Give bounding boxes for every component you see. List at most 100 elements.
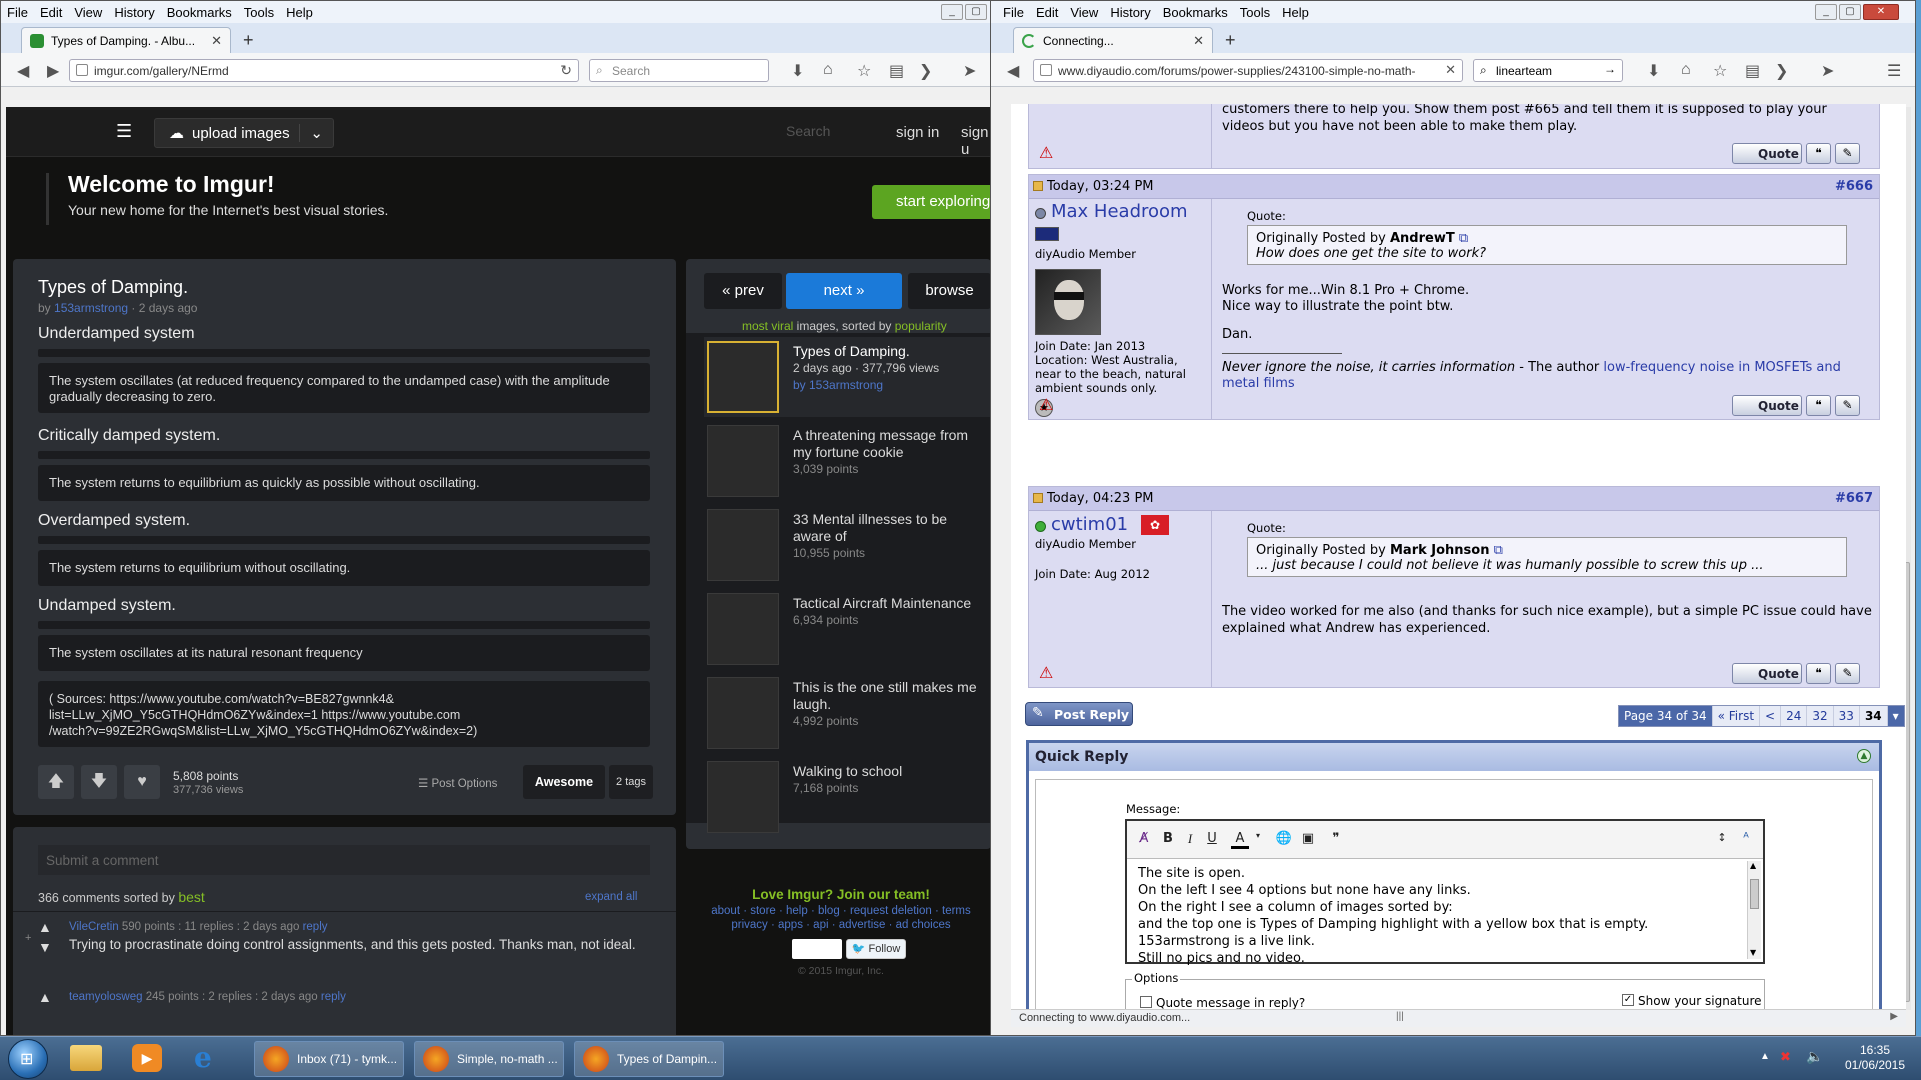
taskbar-app-inbox[interactable]: Inbox (71) - tymk... [254,1041,404,1077]
page-link[interactable]: 32 [1807,706,1834,726]
page-prev-link[interactable]: < [1760,706,1782,726]
minimize-button[interactable]: _ [1815,4,1837,20]
taskbar-app-diyaudio[interactable]: Simple, no-math ... [414,1041,564,1077]
gallery-item[interactable]: 33 Mental illnesses to be aware of 10,95… [704,505,991,585]
signature-checkbox[interactable]: ✓ [1622,994,1634,1006]
back-icon[interactable]: ◀ [1007,61,1019,81]
chevron-down-icon[interactable]: ⌄ [299,124,323,142]
editor-scroll-thumb[interactable] [1750,879,1759,909]
collapse-icon[interactable]: ▲ [1857,749,1871,763]
reload-icon[interactable]: ↻ [560,62,572,79]
remove-format-icon[interactable]: A̸ [1135,831,1153,849]
internet-explorer-icon[interactable]: e [194,1043,224,1073]
downloads-icon[interactable]: ⬇ [791,61,804,81]
post-reply-button[interactable]: ✎ Post Reply [1025,702,1133,726]
media-player-icon[interactable]: ▶ [132,1044,162,1072]
pocket-icon[interactable]: ❯ [1775,61,1788,81]
volume-icon[interactable]: 🔈 [1806,1048,1823,1065]
bookmark-star-icon[interactable]: ☆ [857,61,871,81]
header-search-input[interactable]: Search [786,123,830,139]
page-jump-dropdown[interactable]: ▾ [1887,706,1904,726]
menu-edit[interactable]: Edit [1036,5,1058,20]
gallery-thumbnail[interactable] [707,761,779,833]
prev-button[interactable]: « prev [704,273,782,309]
upvote-icon[interactable]: ▲ [38,919,52,935]
menu-file[interactable]: File [1003,5,1024,20]
tab-imgur[interactable]: Types of Damping. - Albu... ✕ [21,27,231,53]
reader-icon[interactable]: ▤ [889,61,904,81]
view-post-icon[interactable]: ⧉ [1494,543,1503,558]
quick-reply-icon[interactable]: ✎ [1835,143,1860,164]
gallery-item[interactable]: Walking to school 7,168 points [704,757,991,837]
multi-quote-icon[interactable]: ❝ [1806,663,1831,684]
upload-images-button[interactable]: ☁ upload images ⌄ [154,118,334,148]
comment-user-link[interactable]: teamyolosweg [69,991,143,1003]
pocket-icon[interactable]: ❯ [919,61,932,81]
multi-quote-icon[interactable]: ❝ [1806,395,1831,416]
quote-button[interactable]: Quote [1732,395,1802,416]
scroll-down-icon[interactable]: ▼ [1750,948,1756,957]
quote-button[interactable]: Quote [1732,143,1802,164]
author-link[interactable]: 153armstrong [54,301,128,315]
menu-file[interactable]: File [7,5,28,20]
tag-count[interactable]: 2 tags [609,765,653,799]
menu-view[interactable]: View [1070,5,1098,20]
home-icon[interactable]: ⌂ [823,61,833,79]
reply-link[interactable]: reply [303,921,328,933]
post-options-button[interactable]: ☰ Post Options [418,776,497,790]
new-tab-icon[interactable]: + [243,30,254,51]
bold-icon[interactable]: B [1159,831,1177,849]
tab-diyaudio[interactable]: Connecting... ✕ [1013,27,1213,53]
downvote-button[interactable]: 🡇 [81,765,117,799]
home-icon[interactable]: ⌂ [1681,61,1691,79]
editor-scrollbar[interactable]: ▲ ▼ [1747,861,1761,959]
search-bar[interactable]: ⌕ linearteam → [1473,59,1623,82]
send-icon[interactable]: ➤ [963,61,976,81]
close-window-button[interactable]: ✕ [1863,4,1899,20]
menu-history[interactable]: History [114,5,154,20]
resize-editor-icon[interactable]: ↕ [1713,831,1731,849]
menu-view[interactable]: View [74,5,102,20]
upvote-button[interactable]: 🡅 [38,765,74,799]
report-warning-icon[interactable]: ⚠ [1039,145,1055,161]
network-alert-icon[interactable]: ✖ [1780,1049,1791,1065]
insert-quote-icon[interactable]: ❞ [1327,831,1345,849]
close-tab-icon[interactable]: ✕ [211,33,222,49]
comment-user-link[interactable]: VileCretin [69,921,119,933]
footer-links[interactable]: privacy · apps · api · advertise · ad ch… [696,919,986,931]
url-bar[interactable]: www.diyaudio.com/forums/power-supplies/2… [1033,59,1463,82]
horizontal-scroll-grip[interactable]: ||| [1396,1011,1404,1022]
start-button[interactable]: ⊞ [8,1039,48,1079]
italic-icon[interactable]: I [1181,831,1199,849]
gallery-thumbnail[interactable] [707,509,779,581]
taskbar-app-imgur[interactable]: Types of Dampin... [574,1041,724,1077]
hamburger-menu-icon[interactable]: ☰ [1887,61,1901,81]
clock[interactable]: 16:35 01/06/2015 [1840,1043,1910,1073]
upvote-icon[interactable]: ▲ [38,989,52,1005]
menu-tools[interactable]: Tools [244,5,274,20]
gallery-thumbnail[interactable] [707,425,779,497]
gallery-thumbnail[interactable] [707,341,779,413]
insert-image-icon[interactable]: ▣ [1299,831,1317,849]
page-link[interactable]: 33 [1834,706,1860,726]
menu-help[interactable]: Help [286,5,313,20]
page-link[interactable]: 24 [1781,706,1808,726]
facebook-like-widget[interactable] [792,939,842,959]
underline-icon[interactable]: U [1203,831,1221,849]
browse-button[interactable]: browse [908,273,991,309]
gallery-item[interactable]: Tactical Aircraft Maintenance 6,934 poin… [704,589,991,669]
bookmark-star-icon[interactable]: ☆ [1713,61,1727,81]
post-number-link[interactable]: #666 [1835,179,1873,194]
sign-up-link[interactable]: sign u [961,124,991,158]
post-number-link[interactable]: #667 [1835,491,1873,506]
scroll-right-icon[interactable]: ▶ [1890,1011,1898,1022]
url-bar[interactable]: imgur.com/gallery/NErmd ↻ [69,59,579,82]
font-color-icon[interactable]: A [1231,831,1249,849]
username-link[interactable]: Max Headroom [1051,201,1188,222]
message-textarea[interactable]: The site is open. On the left I see 4 op… [1127,859,1763,973]
new-tab-icon[interactable]: + [1225,30,1236,51]
user-avatar[interactable] [1035,269,1101,335]
twitter-follow-button[interactable]: 🐦 Follow [846,939,906,959]
quote-button[interactable]: Quote [1732,663,1802,684]
gallery-thumbnail[interactable] [707,677,779,749]
